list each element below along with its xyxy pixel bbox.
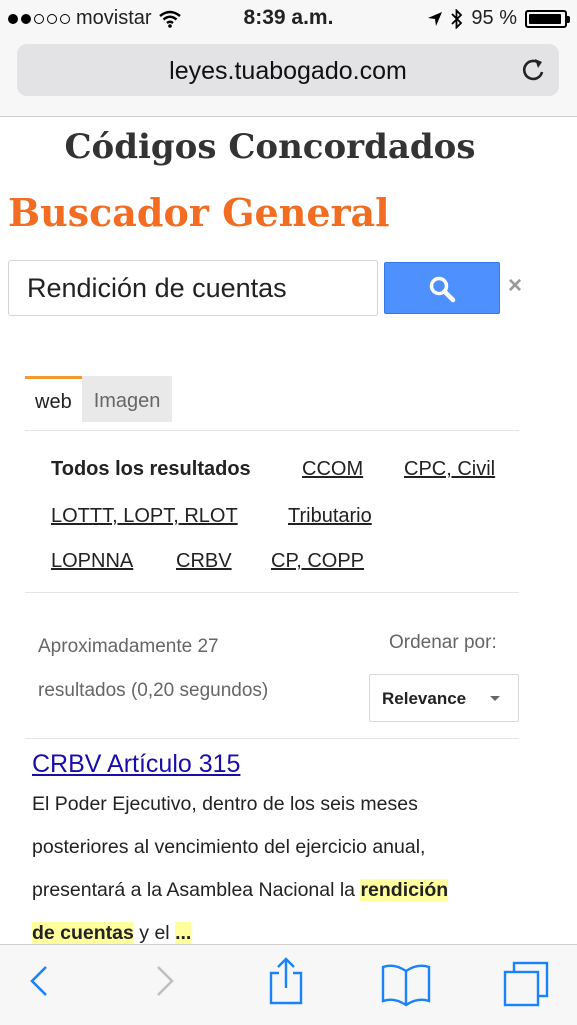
results-count-line2: resultados (0,20 segundos) [38, 680, 269, 701]
tabs-icon[interactable] [502, 961, 550, 1007]
refinement-cpc-civil[interactable]: CPC, Civil [404, 458, 495, 481]
bluetooth-icon [451, 8, 463, 29]
tabs-divider [25, 430, 519, 431]
sort-label: Ordenar por: [389, 632, 497, 653]
results-count-line1: Aproximadamente 27 [38, 636, 219, 657]
result-snippet-line1: El Poder Ejecutivo, dentro de los seis m… [32, 793, 418, 815]
refinement-cp-copp[interactable]: CP, COPP [271, 550, 364, 573]
status-bar: movistar 8:39 a.m. 95 % [0, 0, 577, 38]
search-heading: Buscador General [8, 190, 390, 235]
address-bar[interactable]: leyes.tuabogado.com [17, 44, 559, 96]
search-icon [429, 276, 456, 303]
status-right-group: 95 % [427, 7, 570, 30]
search-button[interactable] [384, 262, 500, 314]
refinement-all-results[interactable]: Todos los resultados [51, 458, 251, 481]
result-tabs: web Imagen [25, 376, 173, 422]
snippet-text: presentará a la Asamblea Nacional la [32, 879, 361, 901]
bookmarks-icon[interactable] [380, 963, 432, 1007]
sort-selected-value: Relevance [382, 689, 467, 708]
browser-address-area: leyes.tuabogado.com [0, 38, 577, 117]
results-divider [25, 738, 519, 739]
tab-web[interactable]: web [25, 376, 82, 422]
result-title-link[interactable]: CRBV Artículo 315 [32, 750, 240, 779]
refinement-lottt[interactable]: LOTTT, LOPT, RLOT [51, 505, 238, 528]
sort-select[interactable]: Relevance [369, 674, 519, 722]
site-title: Códigos Concordados [64, 127, 476, 167]
result-snippet-line3: presentará a la Asamblea Nacional la ren… [32, 879, 449, 902]
snippet-highlight: rendición [360, 879, 449, 901]
result-snippet-line4: de cuentas y el ... [32, 922, 192, 945]
battery-icon [525, 9, 570, 28]
refinement-lopnna[interactable]: LOPNNA [51, 550, 133, 573]
tab-imagen[interactable]: Imagen [81, 376, 173, 422]
refinement-ccom[interactable]: CCOM [302, 458, 363, 481]
back-chevron-icon[interactable] [26, 959, 52, 1003]
snippet-text: y el [133, 922, 176, 944]
snippet-highlight: de cuentas [32, 922, 134, 944]
search-input[interactable] [8, 260, 378, 316]
battery-percent: 95 % [471, 7, 517, 29]
refinement-crbv[interactable]: CRBV [176, 550, 232, 573]
refinement-tributario[interactable]: Tributario [288, 505, 372, 528]
clear-search-icon[interactable]: × [508, 272, 522, 300]
reload-icon[interactable] [519, 56, 547, 84]
snippet-ellipsis: ... [175, 922, 192, 944]
refinements-divider [25, 592, 519, 593]
location-arrow-icon [428, 11, 443, 26]
browser-toolbar [0, 944, 577, 1025]
result-snippet-line2: posteriores al vencimiento del ejercicio… [32, 836, 426, 858]
forward-chevron-icon[interactable] [152, 959, 178, 1003]
share-icon[interactable] [266, 955, 306, 1007]
url-text[interactable]: leyes.tuabogado.com [17, 57, 559, 86]
dropdown-arrow-icon [490, 696, 500, 701]
